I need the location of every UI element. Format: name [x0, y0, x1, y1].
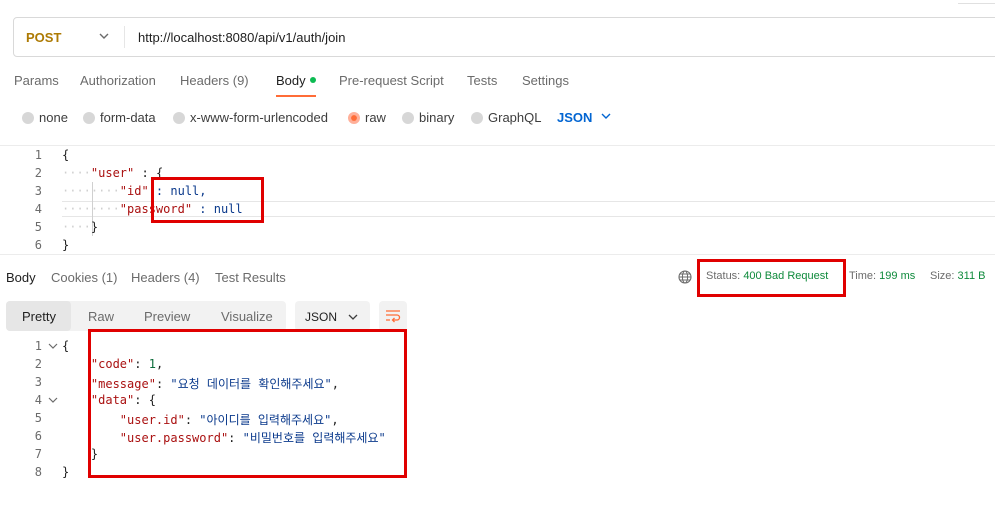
resp-tab-cookies[interactable]: Cookies (1): [51, 270, 117, 285]
radio-raw[interactable]: raw: [348, 110, 386, 125]
whitespace-dots: ····: [62, 220, 91, 234]
radio-none[interactable]: none: [22, 110, 68, 125]
code-line-1[interactable]: {: [62, 148, 69, 162]
line-number: 6: [34, 238, 42, 252]
json-key: "id": [119, 184, 149, 198]
radio-circle: [173, 112, 185, 124]
radio-form-data[interactable]: form-data: [83, 110, 156, 125]
body-indicator-dot: [309, 77, 316, 83]
line-number: 3: [34, 375, 42, 389]
highlight-box-request: [151, 177, 264, 223]
radio-graphql-label: GraphQL: [488, 110, 542, 125]
url-divider: [124, 26, 125, 48]
editor-border-top: [0, 145, 995, 146]
window-edge: [958, 0, 995, 4]
method-select[interactable]: POST: [26, 30, 61, 45]
resp-line-1: {: [62, 339, 70, 353]
highlight-box-response: [88, 329, 407, 478]
radio-graphql[interactable]: GraphQL: [471, 110, 541, 125]
radio-circle: [471, 112, 483, 124]
view-visualize[interactable]: Visualize: [221, 309, 273, 324]
radio-circle-selected: [348, 112, 360, 124]
whitespace-dots: ····: [62, 166, 91, 180]
response-format-select[interactable]: JSON: [295, 301, 370, 331]
wrap-lines-icon: [386, 310, 401, 323]
view-raw[interactable]: Raw: [88, 309, 114, 324]
tab-authorization[interactable]: Authorization: [80, 73, 156, 88]
radio-binary-label: binary: [419, 110, 455, 125]
resp-tab-headers[interactable]: Headers (4): [131, 270, 200, 285]
radio-urlencoded-label: x-www-form-urlencoded: [190, 110, 328, 125]
radio-binary[interactable]: binary: [402, 110, 454, 125]
size-value: 311 B: [957, 270, 986, 282]
response-size[interactable]: Size: 311 B: [930, 270, 985, 282]
line-number: 2: [34, 166, 42, 180]
response-format-label: JSON: [305, 310, 338, 324]
radio-none-label: none: [39, 110, 68, 125]
line-number: 2: [34, 357, 42, 371]
line-number: 5: [34, 411, 42, 425]
line-number: 6: [34, 429, 42, 443]
tab-pre-request-script[interactable]: Pre-request Script: [339, 73, 444, 88]
view-pretty[interactable]: Pretty: [22, 309, 56, 324]
body-format-select[interactable]: JSON: [557, 110, 592, 125]
url-input[interactable]: http://localhost:8080/api/v1/auth/join: [138, 30, 345, 45]
response-view-toggle: Pretty Raw Preview Visualize: [6, 301, 286, 331]
response-time[interactable]: Time: 199 ms: [849, 270, 915, 282]
whitespace-dots: ········: [62, 184, 120, 198]
line-number: 8: [34, 465, 42, 479]
tab-body[interactable]: Body: [276, 73, 316, 88]
fold-chevron-icon[interactable]: [47, 395, 59, 405]
radio-circle: [83, 112, 95, 124]
whitespace-dots: ········: [62, 202, 120, 216]
line-number: 4: [34, 202, 42, 216]
active-tab-underline: [276, 95, 316, 97]
line-number: 7: [34, 447, 42, 461]
chevron-down-icon[interactable]: [98, 28, 110, 44]
size-label: Size:: [930, 270, 955, 282]
json-key: "user": [90, 166, 135, 180]
line-number: 4: [34, 393, 42, 407]
tab-body-label: Body: [276, 73, 306, 88]
chevron-down-icon: [348, 314, 358, 320]
time-label: Time:: [849, 270, 877, 282]
radio-form-data-label: form-data: [100, 110, 156, 125]
code-line-5[interactable]: ····}: [62, 220, 98, 234]
time-value: 199 ms: [879, 270, 916, 282]
radio-circle: [402, 112, 414, 124]
editor-border-bottom: [0, 254, 995, 255]
globe-icon[interactable]: [678, 270, 692, 284]
tab-tests[interactable]: Tests: [467, 73, 497, 88]
radio-raw-label: raw: [365, 110, 386, 125]
highlight-box-status: [697, 259, 846, 297]
line-number: 3: [34, 184, 42, 198]
radio-circle: [22, 112, 34, 124]
line-number: 5: [34, 220, 42, 234]
code-line-2[interactable]: ····"user" : {: [62, 166, 163, 180]
view-preview[interactable]: Preview: [144, 309, 190, 324]
tab-settings[interactable]: Settings: [522, 73, 569, 88]
code-line-6[interactable]: }: [62, 238, 69, 252]
tab-headers[interactable]: Headers (9): [180, 73, 249, 88]
json-punct: }: [90, 220, 99, 234]
tab-params[interactable]: Params: [14, 73, 59, 88]
request-url-bar: POST http://localhost:8080/api/v1/auth/j…: [13, 17, 995, 57]
line-number: 1: [34, 148, 42, 162]
fold-chevron-icon[interactable]: [47, 341, 59, 351]
chevron-down-icon[interactable]: [600, 108, 612, 124]
resp-line-8: }: [62, 465, 70, 479]
line-number: 1: [34, 339, 42, 353]
wrap-lines-button[interactable]: [379, 301, 407, 331]
radio-urlencoded[interactable]: x-www-form-urlencoded: [173, 110, 328, 125]
resp-tab-test-results[interactable]: Test Results: [215, 270, 286, 285]
resp-tab-body[interactable]: Body: [6, 270, 36, 285]
